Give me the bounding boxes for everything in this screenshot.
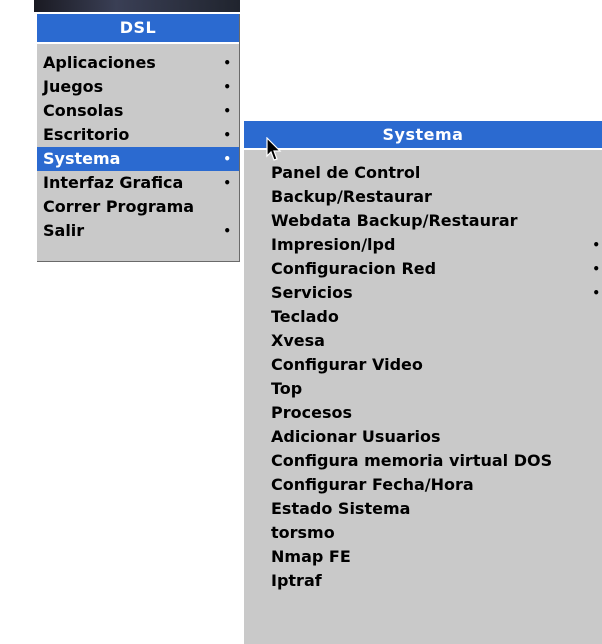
submenu-item-teclado[interactable]: Teclado [244, 305, 602, 329]
menu-item-label: Systema [43, 149, 121, 168]
menu-item-aplicaciones[interactable]: Aplicaciones • [37, 51, 239, 75]
menu-item-label: Teclado [271, 307, 339, 326]
menu-item-systema[interactable]: Systema • [37, 147, 239, 171]
submenu-arrow-icon: • [223, 104, 231, 118]
menu-item-label: Backup/Restaurar [271, 187, 432, 206]
desktop-background-strip [34, 0, 240, 12]
submenu-item-servicios[interactable]: Servicios • [244, 281, 602, 305]
menu-item-label: Consolas [43, 101, 124, 120]
menu-item-label: Webdata Backup/Restaurar [271, 211, 518, 230]
menu-item-label: Xvesa [271, 331, 325, 350]
menu-item-escritorio[interactable]: Escritorio • [37, 123, 239, 147]
submenu-arrow-icon: • [592, 286, 600, 300]
submenu-item-xvesa[interactable]: Xvesa [244, 329, 602, 353]
submenu-arrow-icon: • [223, 176, 231, 190]
submenu-arrow-icon: • [223, 80, 231, 94]
submenu-arrow-icon: • [223, 56, 231, 70]
menu-item-label: Configurar Video [271, 355, 423, 374]
menu-item-label: Interfaz Grafica [43, 173, 184, 192]
menu-item-label: Aplicaciones [43, 53, 156, 72]
menu-item-label: Configura memoria virtual DOS [271, 451, 553, 470]
submenu-item-estado-sistema[interactable]: Estado Sistema [244, 497, 602, 521]
submenu-item-top[interactable]: Top [244, 377, 602, 401]
submenu-item-backup-restaurar[interactable]: Backup/Restaurar [244, 185, 602, 209]
menu-item-label: Adicionar Usuarios [271, 427, 441, 446]
menu-item-label: Configurar Fecha/Hora [271, 475, 474, 494]
menu-item-label: Nmap FE [271, 547, 351, 566]
submenu-item-iptraf[interactable]: Iptraf [244, 569, 602, 593]
submenu-arrow-icon: • [223, 224, 231, 238]
menu-item-label: torsmo [271, 523, 335, 542]
menu-item-label: Salir [43, 221, 85, 240]
menu-item-consolas[interactable]: Consolas • [37, 99, 239, 123]
menu-item-label: Impresion/lpd [271, 235, 396, 254]
submenu-item-webdata-backup[interactable]: Webdata Backup/Restaurar [244, 209, 602, 233]
root-menu-title: DSL [37, 14, 239, 44]
menu-item-juegos[interactable]: Juegos • [37, 75, 239, 99]
submenu-item-memoria-virtual-dos[interactable]: Configura memoria virtual DOS [244, 449, 602, 473]
submenu-item-configurar-video[interactable]: Configurar Video [244, 353, 602, 377]
menu-item-label: Juegos [43, 77, 104, 96]
submenu-arrow-icon: • [223, 128, 231, 142]
menu-item-label: Panel de Control [271, 163, 421, 182]
systema-submenu: Systema Panel de Control Backup/Restaura… [244, 121, 602, 644]
menu-item-label: Iptraf [271, 571, 322, 590]
submenu-item-adicionar-usuarios[interactable]: Adicionar Usuarios [244, 425, 602, 449]
submenu-item-fecha-hora[interactable]: Configurar Fecha/Hora [244, 473, 602, 497]
menu-item-correr-programa[interactable]: Correr Programa [37, 195, 239, 219]
submenu-item-torsmo[interactable]: torsmo [244, 521, 602, 545]
menu-item-label: Configuracion Red [271, 259, 437, 278]
menu-item-interfaz-grafica[interactable]: Interfaz Grafica • [37, 171, 239, 195]
submenu-title: Systema [244, 121, 602, 150]
menu-item-label: Top [271, 379, 303, 398]
menu-item-label: Correr Programa [43, 197, 195, 216]
submenu-arrow-icon: • [592, 262, 600, 276]
arrow-pointer-icon [266, 137, 282, 161]
menu-item-label: Escritorio [43, 125, 130, 144]
menu-item-salir[interactable]: Salir • [37, 219, 239, 243]
submenu-item-nmap-fe[interactable]: Nmap FE [244, 545, 602, 569]
submenu-item-impresion-lpd[interactable]: Impresion/lpd • [244, 233, 602, 257]
menu-item-label: Estado Sistema [271, 499, 411, 518]
submenu-arrow-icon: • [223, 152, 231, 166]
submenu-item-configuracion-red[interactable]: Configuracion Red • [244, 257, 602, 281]
submenu-item-panel-de-control[interactable]: Panel de Control [244, 161, 602, 185]
menu-item-label: Servicios [271, 283, 353, 302]
dsl-root-menu: DSL Aplicaciones • Juegos • Consolas • E… [37, 14, 240, 262]
submenu-item-procesos[interactable]: Procesos [244, 401, 602, 425]
submenu-arrow-icon: • [592, 238, 600, 252]
menu-item-label: Procesos [271, 403, 352, 422]
